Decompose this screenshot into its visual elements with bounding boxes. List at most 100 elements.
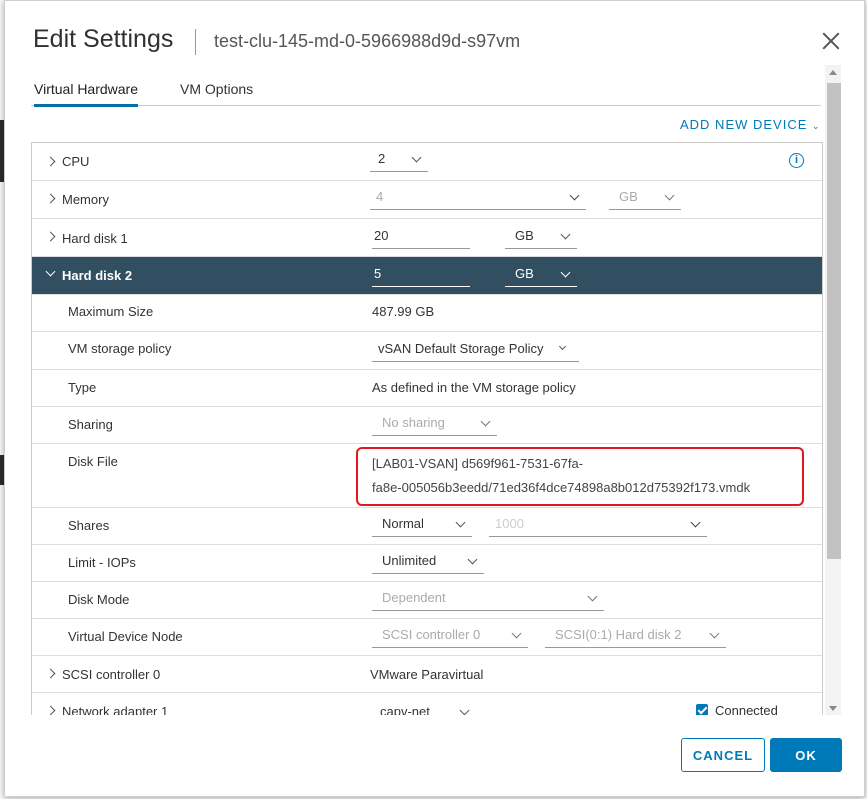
row-cpu[interactable]: CPU 2 i (32, 143, 822, 181)
memory-unit: GB (619, 189, 638, 204)
device-node-label: Virtual Device Node (68, 629, 183, 644)
row-disk-mode: Disk Mode Dependent (32, 582, 822, 619)
disk-mode-label: Disk Mode (68, 592, 130, 607)
shares-amount: 1000 (495, 516, 524, 531)
chevron-right-icon[interactable] (45, 156, 56, 167)
ok-button[interactable]: OK (770, 738, 842, 772)
dialog-title: Edit Settings (33, 25, 174, 53)
cpu-label: CPU (62, 154, 90, 169)
chevron-down-icon (569, 190, 580, 201)
chevron-down-icon (480, 416, 491, 427)
network-select[interactable]: capv-net (372, 704, 476, 715)
row-maximum-size: Maximum Size 487.99 GB (32, 295, 822, 332)
device-node-select[interactable]: SCSI(0:1) Hard disk 2 (545, 627, 726, 648)
tab-vm-options[interactable]: VM Options (180, 81, 253, 104)
cpu-value: 2 (378, 151, 386, 166)
row-shares: Shares Normal 1000 (32, 508, 822, 545)
chevron-down-icon (467, 554, 478, 565)
chevron-down-icon (587, 591, 598, 602)
memory-unit-select[interactable]: GB (609, 189, 681, 210)
shares-value: Normal (382, 516, 424, 531)
type-label: Type (68, 380, 97, 395)
scsi-controller-value: VMware Paravirtual (370, 667, 484, 682)
row-network-adapter[interactable]: Network adapter 1 capv-net Connected (32, 693, 822, 715)
chevron-right-icon[interactable] (45, 705, 56, 715)
cancel-button[interactable]: CANCEL (681, 738, 765, 772)
limit-iops-select[interactable]: Unlimited (372, 553, 484, 574)
row-virtual-device-node: Virtual Device Node SCSI controller 0 SC… (32, 619, 822, 656)
maximum-size-label: Maximum Size (68, 304, 154, 319)
chevron-right-icon[interactable] (45, 668, 56, 679)
maximum-size-value: 487.99 GB (372, 304, 435, 319)
memory-value: 4 (376, 189, 384, 204)
memory-label: Memory (62, 192, 109, 207)
storage-policy-value: vSAN Default Storage Policy (378, 341, 544, 356)
row-limit-iops: Limit - IOPs Unlimited (32, 545, 822, 582)
row-vm-storage-policy: VM storage policy vSAN Default Storage P… (32, 332, 822, 370)
row-memory[interactable]: Memory 4 GB (32, 181, 822, 219)
tab-virtual-hardware[interactable]: Virtual Hardware (34, 81, 139, 107)
hard-disk-2-unit: GB (515, 266, 534, 281)
chevron-down-icon (560, 267, 571, 278)
scrollbar-thumb[interactable] (827, 83, 841, 559)
row-type: Type As defined in the VM storage policy (32, 370, 822, 407)
scroll-down-icon[interactable] (829, 706, 837, 711)
storage-policy-label: VM storage policy (68, 341, 172, 356)
chevron-right-icon[interactable] (45, 231, 56, 242)
shares-label: Shares (68, 518, 110, 533)
add-new-device-button[interactable]: ADD NEW DEVICE ⌄ (680, 117, 821, 132)
tab-bar: Virtual Hardware VM Options (31, 81, 821, 107)
device-node-controller-select[interactable]: SCSI controller 0 (372, 627, 528, 648)
hard-disk-1-label: Hard disk 1 (62, 231, 128, 246)
chevron-down-icon (459, 705, 470, 715)
info-icon[interactable]: i (789, 153, 804, 168)
network-adapter-label: Network adapter 1 (62, 704, 169, 715)
type-value: As defined in the VM storage policy (372, 380, 576, 395)
disk-mode-value: Dependent (382, 590, 446, 605)
scroll-up-icon[interactable] (829, 70, 837, 75)
row-hard-disk-1[interactable]: Hard disk 1 20 GB (32, 219, 822, 257)
shares-select[interactable]: Normal (372, 516, 472, 537)
connected-checkbox[interactable] (696, 704, 708, 715)
disk-file-path-line-1: [LAB01-VSAN] d569f961-7531-67fa- (372, 456, 584, 471)
cpu-select[interactable]: 2 (370, 151, 428, 172)
chevron-down-icon (411, 152, 422, 163)
disk-file-label: Disk File (68, 454, 118, 469)
limit-iops-label: Limit - IOPs (68, 555, 136, 570)
hardware-table: CPU 2 i Memory 4 GB Hard disk 1 20 GB Ha… (31, 142, 823, 715)
limit-iops-value: Unlimited (382, 553, 437, 568)
row-sharing: Sharing No sharing (32, 407, 822, 444)
connected-label: Connected (715, 703, 778, 715)
row-scsi-controller[interactable]: SCSI controller 0 VMware Paravirtual (32, 656, 822, 693)
disk-mode-select[interactable]: Dependent (372, 590, 604, 611)
chevron-down-icon[interactable] (45, 266, 56, 277)
chevron-down-icon (709, 628, 720, 639)
network-value: capv-net (380, 704, 430, 715)
chevron-down-icon (511, 628, 522, 639)
shares-amount-input[interactable]: 1000 (489, 516, 707, 537)
row-hard-disk-2[interactable]: Hard disk 2 5 GB (32, 257, 822, 295)
add-new-device-label: ADD NEW DEVICE (680, 117, 808, 132)
sharing-select[interactable]: No sharing (372, 415, 497, 436)
hard-disk-2-unit-select[interactable]: GB (505, 266, 577, 287)
device-node-value: SCSI(0:1) Hard disk 2 (555, 627, 682, 642)
disk-file-highlight: [LAB01-VSAN] d569f961-7531-67fa- fa8e-00… (356, 447, 804, 506)
edit-settings-dialog: Edit Settings test-clu-145-md-0-5966988d… (4, 0, 865, 797)
chevron-right-icon[interactable] (45, 193, 56, 204)
scsi-controller-label: SCSI controller 0 (62, 667, 161, 682)
close-icon[interactable] (821, 31, 841, 51)
vm-name: test-clu-145-md-0-5966988d9d-s97vm (214, 31, 521, 51)
memory-input[interactable]: 4 (370, 189, 586, 210)
sharing-value: No sharing (382, 415, 445, 430)
scrollbar[interactable] (825, 65, 841, 715)
storage-policy-select[interactable]: vSAN Default Storage Policy (372, 341, 579, 362)
chevron-down-icon (560, 229, 571, 240)
hard-disk-1-size-input[interactable]: 20 (372, 228, 470, 249)
disk-file-path-line-2: fa8e-005056b3eedd/71ed36f4dce74898a8b012… (372, 480, 751, 495)
title-separator (195, 29, 196, 55)
hard-disk-1-unit-select[interactable]: GB (505, 228, 577, 249)
hard-disk-2-size-input[interactable]: 5 (372, 266, 470, 287)
chevron-down-icon (690, 517, 701, 528)
device-node-controller: SCSI controller 0 (382, 627, 481, 642)
hard-disk-2-label: Hard disk 2 (62, 268, 133, 283)
